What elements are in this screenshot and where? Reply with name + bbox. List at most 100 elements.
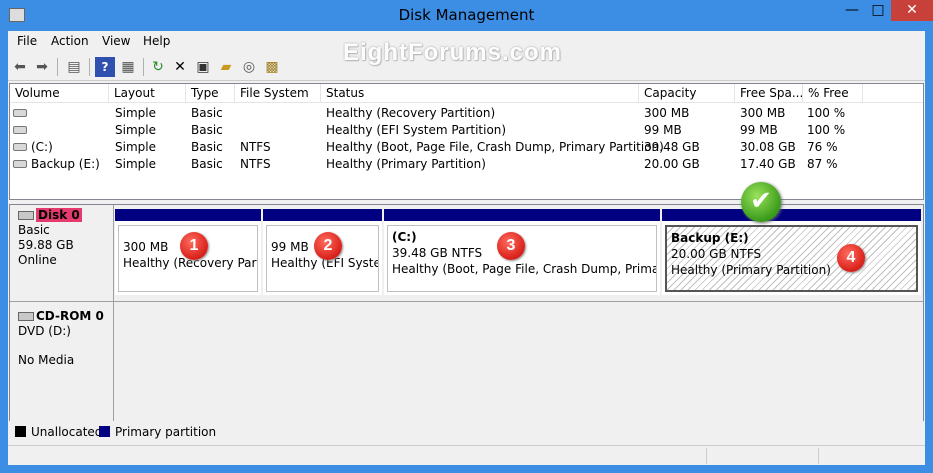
- column-layout[interactable]: Layout: [109, 84, 186, 103]
- volume-list: Volume Layout Type File System Status Ca…: [9, 83, 924, 200]
- volume-row[interactable]: (C:) Simple Basic NTFS Healthy (Boot, Pa…: [10, 139, 923, 156]
- drive-icon: [13, 125, 27, 134]
- checkmark-icon: ✔: [741, 182, 781, 222]
- console-tree-icon[interactable]: ▤: [64, 57, 84, 77]
- primary-partition-bar: [263, 209, 382, 221]
- free-space-cell: 17.40 GB: [740, 157, 796, 171]
- column-type[interactable]: Type: [186, 84, 235, 103]
- delete-icon[interactable]: ✕: [170, 57, 190, 77]
- layout-cell: Simple: [115, 123, 156, 137]
- volume-row[interactable]: Simple Basic Healthy (Recovery Partition…: [10, 105, 923, 122]
- percent-free-cell: 87 %: [807, 157, 838, 171]
- rescan-icon[interactable]: ▩: [262, 57, 282, 77]
- open-icon[interactable]: ▰: [216, 57, 236, 77]
- disk-graphical-view: Disk 0 Basic 59.88 GB Online 300 MB Heal…: [9, 204, 924, 437]
- column-file-system[interactable]: File System: [235, 84, 321, 103]
- partition-size: 20.00 GB NTFS: [671, 247, 762, 261]
- cdrom-0-label[interactable]: CD-ROM 0 DVD (D:) No Media: [10, 302, 114, 422]
- status-cell: Healthy (Primary Partition): [326, 157, 486, 171]
- cdrom-0-type: DVD (D:): [18, 324, 71, 338]
- percent-free-cell: 100 %: [807, 106, 846, 120]
- back-icon[interactable]: ⬅: [10, 57, 30, 77]
- cdrom-0-name: CD-ROM 0: [36, 309, 104, 323]
- column-capacity[interactable]: Capacity: [639, 84, 735, 103]
- disk-0-state: Online: [18, 253, 57, 267]
- capacity-cell: 20.00 GB: [644, 157, 700, 171]
- menu-file[interactable]: File: [17, 34, 37, 48]
- volume-cell: [13, 105, 109, 122]
- annotation-badge-2: 2: [314, 232, 342, 260]
- hard-disk-icon: [18, 211, 34, 220]
- capacity-cell: 300 MB: [644, 106, 690, 120]
- menu-action[interactable]: Action: [51, 34, 89, 48]
- free-space-cell: 99 MB: [740, 123, 778, 137]
- toolbar-separator: [89, 58, 90, 76]
- menu-view[interactable]: View: [102, 34, 130, 48]
- maximize-button[interactable]: □: [865, 0, 891, 21]
- capacity-cell: 99 MB: [644, 123, 682, 137]
- column-volume[interactable]: Volume: [10, 84, 109, 103]
- cdrom-0-state: No Media: [18, 353, 75, 367]
- help-icon[interactable]: ?: [95, 57, 115, 77]
- status-bar: [8, 445, 925, 465]
- percent-free-cell: 76 %: [807, 140, 838, 154]
- primary-partition-bar: [662, 209, 921, 221]
- fs-cell: NTFS: [240, 157, 271, 171]
- toolbar-separator: [143, 58, 144, 76]
- drive-icon: [13, 142, 27, 151]
- partition-body: (C:) 39.48 GB NTFS Healthy (Boot, Page F…: [387, 225, 657, 292]
- annotation-badge-3: 3: [497, 232, 525, 260]
- layout-cell: Simple: [115, 106, 156, 120]
- refresh-icon[interactable]: ↻: [148, 57, 168, 77]
- close-button[interactable]: ✕: [891, 0, 933, 21]
- cdrom-0-row: CD-ROM 0 DVD (D:) No Media: [10, 302, 923, 422]
- toolbar-separator: [57, 58, 58, 76]
- forward-icon[interactable]: ➡: [32, 57, 52, 77]
- volume-row[interactable]: Backup (E:) Simple Basic NTFS Healthy (P…: [10, 156, 923, 173]
- volume-cell: Backup (E:): [13, 156, 109, 173]
- column-status[interactable]: Status: [321, 84, 639, 103]
- disk-management-window: Disk Management — □ ✕ File Action View H…: [0, 0, 933, 473]
- primary-partition-bar: [115, 209, 261, 221]
- disk-0-name: Disk 0: [36, 208, 82, 222]
- disk-0-label[interactable]: Disk 0 Basic 59.88 GB Online: [10, 205, 114, 301]
- legend-unallocated: Unallocated: [15, 425, 102, 439]
- type-cell: Basic: [191, 157, 223, 171]
- fs-cell: NTFS: [240, 140, 271, 154]
- minimize-button[interactable]: —: [839, 0, 865, 21]
- menu-bar: File Action View Help EightForums.com: [8, 31, 925, 66]
- partition-status: Healthy (Boot, Page File, Crash Dump, Pr…: [392, 262, 656, 276]
- legend-primary-partition: Primary partition: [99, 425, 216, 439]
- menu-help[interactable]: Help: [143, 34, 170, 48]
- volume-list-header: Volume Layout Type File System Status Ca…: [10, 84, 923, 103]
- percent-free-cell: 100 %: [807, 123, 846, 137]
- column-free-space[interactable]: Free Spa...: [735, 84, 803, 103]
- layout-cell: Simple: [115, 157, 156, 171]
- drive-icon: [13, 108, 27, 117]
- partition-status: Healthy (Primary Partition): [671, 263, 831, 277]
- disk-0-row: Disk 0 Basic 59.88 GB Online 300 MB Heal…: [10, 205, 923, 302]
- partition-backup-e[interactable]: Backup (E:) 20.00 GB NTFS Healthy (Prima…: [662, 209, 921, 295]
- properties-icon[interactable]: ▣: [193, 57, 213, 77]
- partition-body-selected: Backup (E:) 20.00 GB NTFS Healthy (Prima…: [665, 225, 918, 292]
- annotation-badge-4: 4: [837, 244, 865, 272]
- type-cell: Basic: [191, 140, 223, 154]
- client-area: File Action View Help EightForums.com ⬅ …: [8, 31, 925, 465]
- volume-row[interactable]: Simple Basic Healthy (EFI System Partiti…: [10, 122, 923, 139]
- cdrom-0-empty-area: [115, 302, 923, 422]
- status-cell: Healthy (Boot, Page File, Crash Dump, Pr…: [326, 140, 664, 154]
- window-title: Disk Management: [398, 6, 535, 24]
- explore-icon[interactable]: ◎: [239, 57, 259, 77]
- volume-cell: (C:): [13, 139, 109, 156]
- free-space-cell: 300 MB: [740, 106, 786, 120]
- annotation-badge-1: 1: [180, 232, 208, 260]
- column-percent-free[interactable]: % Free: [803, 84, 863, 103]
- type-cell: Basic: [191, 123, 223, 137]
- properties-view-icon[interactable]: ▦: [118, 57, 138, 77]
- toolbar: ⬅ ➡ ▤ ? ▦ ↻ ✕ ▣ ▰ ◎ ▩: [8, 53, 925, 81]
- disk-0-size: 59.88 GB: [18, 238, 74, 252]
- legend: Unallocated Primary partition: [9, 421, 924, 443]
- unallocated-swatch: [15, 426, 26, 437]
- cdrom-icon: [18, 312, 34, 321]
- primary-partition-bar: [384, 209, 660, 221]
